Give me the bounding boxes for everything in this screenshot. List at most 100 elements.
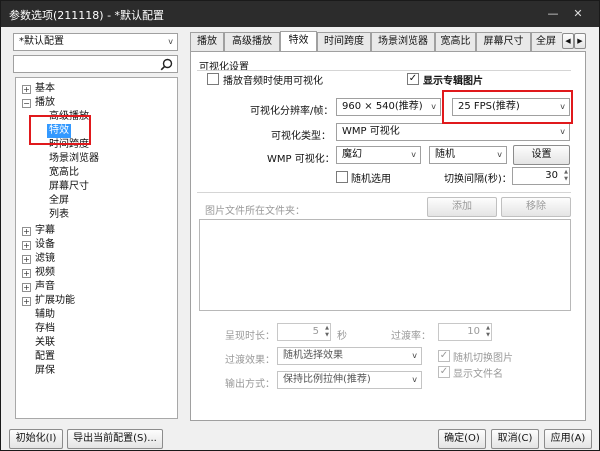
expand-icon[interactable]: + bbox=[22, 241, 31, 250]
expand-icon[interactable]: + bbox=[22, 255, 31, 264]
expand-icon[interactable]: + bbox=[22, 85, 31, 94]
collapse-icon[interactable]: − bbox=[22, 99, 31, 108]
tree-item-basic[interactable]: 基本 bbox=[35, 82, 55, 96]
show-filename-checkbox[interactable]: ✓ bbox=[438, 366, 450, 378]
expand-icon[interactable]: + bbox=[22, 283, 31, 292]
ok-button[interactable]: 确定(O) bbox=[438, 429, 486, 449]
viz-type-value: WMP 可视化 bbox=[342, 126, 400, 137]
tree-item-archive[interactable]: 存档 bbox=[35, 322, 55, 336]
switch-interval-label: 切换间隔(秒)： bbox=[444, 174, 512, 185]
tree-item-subtitles[interactable]: 字幕 bbox=[35, 224, 55, 238]
wmp-effect-value: 魔幻 bbox=[342, 149, 362, 160]
spinner-arrows-icon[interactable]: ▲ ▼ bbox=[564, 169, 568, 183]
tree-item-scene-browser[interactable]: 场景浏览器 bbox=[49, 152, 99, 166]
chevron-down-icon: v bbox=[412, 375, 417, 384]
tree-item-devices[interactable]: 设备 bbox=[35, 238, 55, 252]
expand-icon[interactable]: + bbox=[22, 227, 31, 236]
tree-item-associations[interactable]: 关联 bbox=[35, 336, 55, 350]
viz-type-select[interactable]: WMP 可视化 v bbox=[336, 123, 570, 141]
search-icon[interactable] bbox=[160, 58, 173, 71]
tree-item-playlist[interactable]: 列表 bbox=[49, 208, 69, 222]
chevron-down-icon: v bbox=[497, 150, 502, 159]
tab-screen-size[interactable]: 屏幕尺寸 bbox=[476, 32, 531, 51]
spinner-arrows-icon[interactable]: ▲ ▼ bbox=[486, 325, 490, 339]
apply-button[interactable]: 应用(A) bbox=[544, 429, 592, 449]
tab-scroll-right-icon[interactable]: ▶ bbox=[574, 33, 586, 49]
tab-strip: 播放 高级播放 特效 时间跨度 场景浏览器 宽高比 屏幕尺寸 全屏 ◀ ▶ bbox=[190, 31, 586, 52]
search-box bbox=[13, 55, 178, 73]
tree-item-screen-size[interactable]: 屏幕尺寸 bbox=[49, 180, 89, 194]
show-album-art-checkbox[interactable]: ✓ bbox=[407, 73, 419, 85]
tree-item-config[interactable]: 配置 bbox=[35, 350, 55, 364]
switch-interval-spinner[interactable]: 30 ▲ ▼ bbox=[512, 167, 570, 185]
remove-folder-button[interactable]: 移除 bbox=[501, 197, 571, 217]
tab-aspect-ratio[interactable]: 宽高比 bbox=[435, 32, 476, 51]
tree-item-extensions[interactable]: 扩展功能 bbox=[35, 294, 75, 308]
random-switch-image-label: 随机切换图片 bbox=[453, 353, 513, 364]
show-filename-label: 显示文件名 bbox=[453, 369, 503, 380]
highlight-box-fps bbox=[442, 90, 573, 124]
tab-scroll-left-icon[interactable]: ◀ bbox=[562, 33, 574, 49]
tree-item-screensaver[interactable]: 屏保 bbox=[35, 364, 55, 378]
minimize-button[interactable]: — bbox=[546, 7, 560, 21]
tree-item-fullscreen[interactable]: 全屏 bbox=[49, 194, 69, 208]
duration-spinner[interactable]: 5 ▲ ▼ bbox=[277, 323, 331, 341]
tab-time-span[interactable]: 时间跨度 bbox=[317, 32, 371, 51]
close-button[interactable]: ✕ bbox=[571, 7, 585, 21]
tab-scene-browser[interactable]: 场景浏览器 bbox=[371, 32, 435, 51]
switch-interval-value: 30 bbox=[545, 170, 558, 181]
show-album-art-label: 显示专辑图片 bbox=[423, 76, 483, 87]
wmp-mode-value: 随机 bbox=[435, 149, 455, 160]
transition-rate-spinner[interactable]: 10 ▲ ▼ bbox=[438, 323, 492, 341]
expand-icon[interactable]: + bbox=[22, 297, 31, 306]
resolution-label: 可视化分辨率/帧： bbox=[250, 106, 334, 117]
tree-item-video[interactable]: 视频 bbox=[35, 266, 55, 280]
add-folder-button[interactable]: 添加 bbox=[427, 197, 497, 217]
transition-effect-select[interactable]: 随机选择效果 v bbox=[277, 347, 422, 365]
duration-label: 呈现时长： bbox=[225, 331, 275, 342]
output-mode-value: 保持比例拉伸(推荐) bbox=[283, 374, 371, 385]
random-switch-image-checkbox[interactable]: ✓ bbox=[438, 350, 450, 362]
chevron-down-icon: v bbox=[431, 102, 436, 111]
resolution-select[interactable]: 960 × 540(推荐) v bbox=[336, 98, 441, 116]
output-mode-select[interactable]: 保持比例拉伸(推荐) v bbox=[277, 371, 422, 389]
window-title: 参数选项(211118) - *默认配置 bbox=[9, 9, 165, 22]
tree-item-filters[interactable]: 滤镜 bbox=[35, 252, 55, 266]
title-bar: 参数选项(211118) - *默认配置 — ✕ bbox=[1, 1, 599, 27]
tab-advanced-playback[interactable]: 高级播放 bbox=[224, 32, 280, 51]
preferences-window: 参数选项(211118) - *默认配置 — ✕ *默认配置 v + 基本 − … bbox=[0, 0, 600, 451]
viz-on-audio-checkbox[interactable] bbox=[207, 73, 219, 85]
settings-button[interactable]: 设置 bbox=[513, 145, 570, 165]
spinner-arrows-icon[interactable]: ▲ ▼ bbox=[325, 325, 329, 339]
tree-item-audio[interactable]: 声音 bbox=[35, 280, 55, 294]
wmp-effect-select[interactable]: 魔幻 v bbox=[336, 146, 421, 164]
transition-rate-value: 10 bbox=[467, 326, 480, 337]
chevron-down-icon: v bbox=[168, 37, 173, 46]
profile-value: *默认配置 bbox=[19, 36, 64, 47]
init-button[interactable]: 初始化(I) bbox=[9, 429, 63, 449]
tab-playback[interactable]: 播放 bbox=[190, 32, 224, 51]
tree-item-assist[interactable]: 辅助 bbox=[35, 308, 55, 322]
wmp-mode-select[interactable]: 随机 v bbox=[429, 146, 507, 164]
export-config-button[interactable]: 导出当前配置(S)... bbox=[67, 429, 163, 449]
resolution-value: 960 × 540(推荐) bbox=[342, 101, 423, 112]
viz-type-label: 可视化类型： bbox=[271, 131, 331, 142]
chevron-down-icon: v bbox=[411, 150, 416, 159]
tree-item-aspect-ratio[interactable]: 宽高比 bbox=[49, 166, 79, 180]
tab-effects[interactable]: 特效 bbox=[280, 31, 317, 52]
image-folder-list[interactable] bbox=[199, 219, 571, 311]
tab-fullscreen[interactable]: 全屏 bbox=[531, 32, 562, 51]
search-input[interactable] bbox=[16, 57, 156, 71]
transition-rate-label: 过渡率： bbox=[391, 331, 431, 342]
chevron-down-icon: v bbox=[560, 127, 565, 136]
viz-on-audio-label: 播放音频时使用可视化 bbox=[223, 76, 323, 87]
tree-item-playback[interactable]: 播放 bbox=[35, 96, 55, 110]
highlight-box-tree bbox=[29, 115, 91, 145]
cancel-button[interactable]: 取消(C) bbox=[491, 429, 539, 449]
profile-select[interactable]: *默认配置 v bbox=[13, 33, 178, 51]
random-select-checkbox[interactable] bbox=[336, 171, 348, 183]
output-mode-label: 输出方式： bbox=[225, 379, 275, 390]
expand-icon[interactable]: + bbox=[22, 269, 31, 278]
group-divider bbox=[197, 70, 571, 71]
image-folder-label: 图片文件所在文件夹： bbox=[205, 206, 305, 217]
